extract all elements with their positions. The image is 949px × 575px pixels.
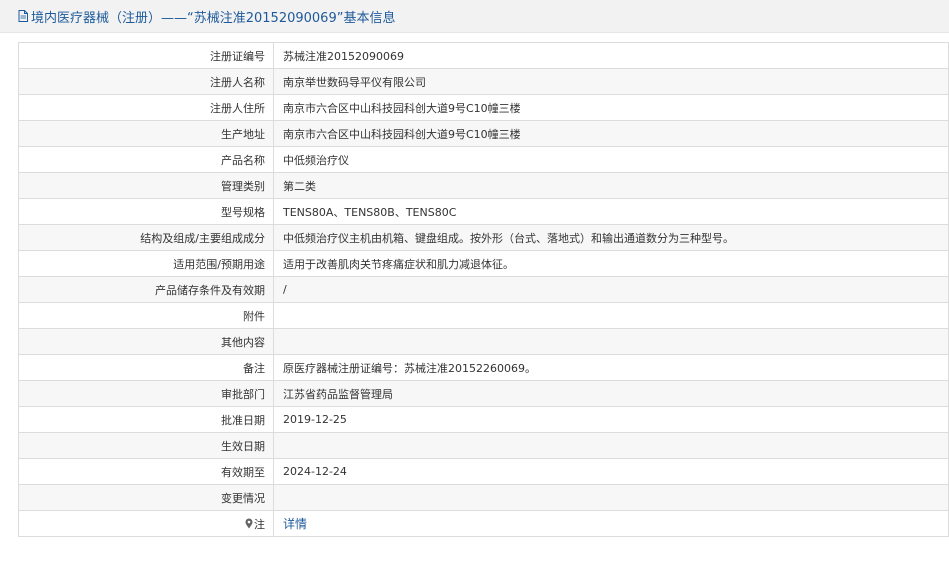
table-row: 有效期至 2024-12-24 [18,458,949,485]
row-label: 适用范围/预期用途 [18,250,274,277]
row-value [273,432,949,459]
row-label: 注册证编号 [18,42,274,69]
table-row: 管理类别 第二类 [18,172,949,199]
row-value: 2019-12-25 [273,406,949,433]
table-row: 型号规格 TENS80A、TENS80B、TENS80C [18,198,949,225]
row-value: 江苏省药品监督管理局 [273,380,949,407]
info-panel: 境内医疗器械（注册）——“苏械注准20152090069”基本信息 注册证编号 … [0,0,949,575]
row-label: 附件 [18,302,274,329]
row-value: TENS80A、TENS80B、TENS80C [273,198,949,225]
table-row: 注册人住所 南京市六合区中山科技园科创大道9号C10幢三楼 [18,94,949,121]
row-label: 管理类别 [18,172,274,199]
row-label: 注册人住所 [18,94,274,121]
table-row: 注 详情 [18,510,949,537]
row-value [273,328,949,355]
table-row: 批准日期 2019-12-25 [18,406,949,433]
row-value: 原医疗器械注册证编号：苏械注准20152260069。 [273,354,949,381]
table-row: 注册人名称 南京举世数码导平仪有限公司 [18,68,949,95]
table-row: 注册证编号 苏械注准20152090069 [18,42,949,69]
table-row: 生产地址 南京市六合区中山科技园科创大道9号C10幢三楼 [18,120,949,147]
panel-header: 境内医疗器械（注册）——“苏械注准20152090069”基本信息 [0,0,949,33]
info-table: 注册证编号 苏械注准20152090069 注册人名称 南京举世数码导平仪有限公… [18,42,949,537]
pin-icon [245,518,253,529]
table-row: 备注 原医疗器械注册证编号：苏械注准20152260069。 [18,354,949,381]
row-label: 注册人名称 [18,68,274,95]
row-value: 2024-12-24 [273,458,949,485]
table-row: 审批部门 江苏省药品监督管理局 [18,380,949,407]
row-value: 第二类 [273,172,949,199]
details-link[interactable]: 详情 [283,517,307,531]
table-row: 产品名称 中低频治疗仪 [18,146,949,173]
row-value [273,302,949,329]
row-label: 审批部门 [18,380,274,407]
row-value: 南京举世数码导平仪有限公司 [273,68,949,95]
row-value: 适用于改善肌肉关节疼痛症状和肌力减退体征。 [273,250,949,277]
page-title: 境内医疗器械（注册）——“苏械注准20152090069”基本信息 [31,10,396,26]
note-label: 注 [254,517,265,531]
row-label: 变更情况 [18,484,274,511]
row-label: 结构及组成/主要组成成分 [18,224,274,251]
row-value: 中低频治疗仪 [273,146,949,173]
row-label: 备注 [18,354,274,381]
row-label: 生产地址 [18,120,274,147]
row-value: 南京市六合区中山科技园科创大道9号C10幢三楼 [273,120,949,147]
row-label: 产品名称 [18,146,274,173]
row-label: 有效期至 [18,458,274,485]
document-icon [18,10,28,22]
table-row: 结构及组成/主要组成成分 中低频治疗仪主机由机箱、键盘组成。按外形（台式、落地式… [18,224,949,251]
row-label: 批准日期 [18,406,274,433]
row-label: 型号规格 [18,198,274,225]
row-value: 苏械注准20152090069 [273,42,949,69]
note-value-cell: 详情 [273,510,949,537]
table-row: 产品储存条件及有效期 / [18,276,949,303]
table-row: 生效日期 [18,432,949,459]
row-label: 其他内容 [18,328,274,355]
row-label: 产品储存条件及有效期 [18,276,274,303]
row-value [273,484,949,511]
row-value: / [273,276,949,303]
note-label-cell: 注 [18,510,274,537]
row-label: 生效日期 [18,432,274,459]
table-row: 其他内容 [18,328,949,355]
row-value: 南京市六合区中山科技园科创大道9号C10幢三楼 [273,94,949,121]
table-row: 适用范围/预期用途 适用于改善肌肉关节疼痛症状和肌力减退体征。 [18,250,949,277]
table-row: 附件 [18,302,949,329]
row-value: 中低频治疗仪主机由机箱、键盘组成。按外形（台式、落地式）和输出通道数分为三种型号… [273,224,949,251]
table-row: 变更情况 [18,484,949,511]
